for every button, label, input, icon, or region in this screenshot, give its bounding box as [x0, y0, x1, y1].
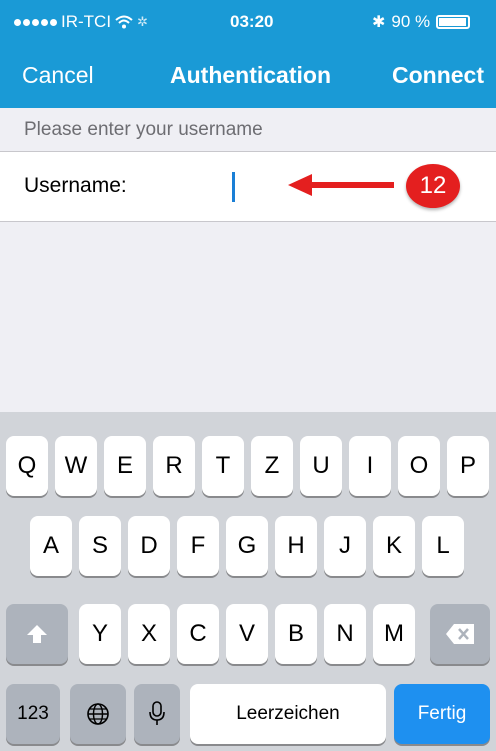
key-b[interactable]: B: [275, 604, 317, 664]
instruction-row: Please enter your username: [0, 108, 496, 152]
key-n[interactable]: N: [324, 604, 366, 664]
activity-icon: ✲: [137, 14, 148, 29]
key-o[interactable]: O: [398, 436, 440, 496]
header-bar: IR-TCI ✲ 03:20 ✱ 90 % Cancel Authenticat…: [0, 0, 496, 108]
nav-bar: Cancel Authentication Connect: [0, 52, 496, 98]
status-bar: IR-TCI ✲ 03:20 ✱ 90 %: [0, 0, 496, 40]
key-j[interactable]: J: [324, 516, 366, 576]
key-c[interactable]: C: [177, 604, 219, 664]
key-w[interactable]: W: [55, 436, 97, 496]
microphone-icon: [149, 701, 165, 725]
key-f[interactable]: F: [177, 516, 219, 576]
cancel-button[interactable]: Cancel: [22, 62, 94, 89]
bluetooth-icon: ✱: [372, 14, 386, 31]
key-r[interactable]: R: [153, 436, 195, 496]
shift-key[interactable]: [6, 604, 68, 664]
carrier-label: IR-TCI: [61, 12, 112, 31]
key-x[interactable]: X: [128, 604, 170, 664]
annotation-badge: 12: [406, 164, 460, 208]
battery-icon: [436, 15, 471, 29]
key-z[interactable]: Z: [251, 436, 293, 496]
backspace-icon: [446, 624, 474, 644]
space-key[interactable]: Leerzeichen: [190, 684, 386, 744]
globe-icon: [87, 703, 109, 725]
key-v[interactable]: V: [226, 604, 268, 664]
numbers-key[interactable]: 123: [6, 684, 60, 744]
key-t[interactable]: T: [202, 436, 244, 496]
key-a[interactable]: A: [30, 516, 72, 576]
username-input[interactable]: [236, 166, 290, 208]
dictation-key[interactable]: [134, 684, 180, 744]
annotation-arrow-icon: [288, 174, 394, 196]
key-i[interactable]: I: [349, 436, 391, 496]
carrier-info: IR-TCI ✲: [14, 12, 148, 32]
key-e[interactable]: E: [104, 436, 146, 496]
keyboard: Q W E R T Z U I O P A S D F G H J K L Y …: [0, 412, 496, 751]
key-y[interactable]: Y: [79, 604, 121, 664]
key-l[interactable]: L: [422, 516, 464, 576]
key-u[interactable]: U: [300, 436, 342, 496]
key-q[interactable]: Q: [6, 436, 48, 496]
backspace-key[interactable]: [430, 604, 490, 664]
username-label: Username:: [24, 174, 127, 197]
globe-key[interactable]: [70, 684, 126, 744]
key-p[interactable]: P: [447, 436, 489, 496]
key-k[interactable]: K: [373, 516, 415, 576]
status-time: 03:20: [230, 12, 274, 31]
done-key[interactable]: Fertig: [394, 684, 490, 744]
key-s[interactable]: S: [79, 516, 121, 576]
instruction-text: Please enter your username: [24, 119, 263, 140]
key-d[interactable]: D: [128, 516, 170, 576]
status-right: ✱ 90 %: [372, 12, 471, 32]
key-g[interactable]: G: [226, 516, 268, 576]
battery-percent: 90 %: [391, 12, 431, 31]
shift-icon: [27, 625, 47, 643]
text-cursor: [232, 172, 235, 202]
key-m[interactable]: M: [373, 604, 415, 664]
signal-dots-icon: [14, 18, 57, 26]
page-title: Authentication: [170, 62, 331, 88]
wifi-icon: [115, 15, 133, 29]
key-h[interactable]: H: [275, 516, 317, 576]
connect-button[interactable]: Connect: [392, 62, 484, 89]
